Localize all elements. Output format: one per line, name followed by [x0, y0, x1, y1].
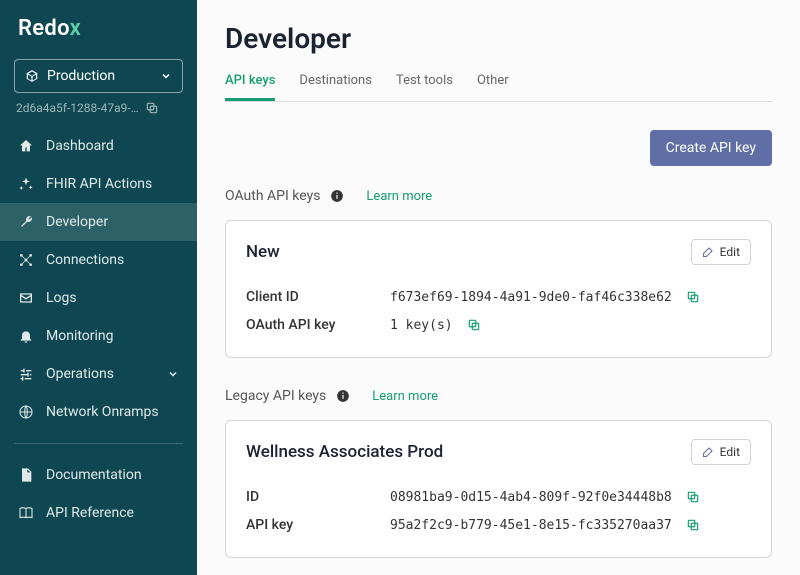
copy-icon[interactable] — [145, 101, 159, 115]
nav-label: Dashboard — [46, 138, 114, 154]
client-id-value: f673ef69-1894-4a91-9de0-faf46c338e62 — [390, 290, 672, 305]
nav-label: Network Onramps — [46, 404, 159, 420]
legacy-id-value: 08981ba9-0d15-4ab4-809f-92f0e34448b8 — [390, 490, 672, 505]
edit-button[interactable]: Edit — [691, 439, 751, 465]
copy-icon[interactable] — [686, 518, 700, 532]
nav-label: Connections — [46, 252, 124, 268]
edit-button[interactable]: Edit — [691, 239, 751, 265]
brand-logo: Redox — [0, 16, 197, 53]
environment-id: 2d6a4a5f-1288-47a9-… — [16, 101, 139, 115]
oauth-section-head: OAuth API keys Learn more — [225, 188, 772, 204]
create-api-key-button[interactable]: Create API key — [650, 130, 772, 166]
home-icon — [18, 138, 34, 154]
legacy-card: Wellness Associates Prod Edit ID 08981ba… — [225, 420, 772, 558]
oauth-key-row: OAuth API key 1 key(s) — [246, 311, 751, 339]
nav-connections[interactable]: Connections — [0, 241, 197, 279]
primary-nav: Dashboard FHIR API Actions Developer Con… — [0, 127, 197, 431]
oauth-key-label: OAuth API key — [246, 317, 376, 333]
legacy-id-row: ID 08981ba9-0d15-4ab4-809f-92f0e34448b8 — [246, 483, 751, 511]
info-icon[interactable] — [336, 389, 350, 403]
pencil-icon — [702, 246, 714, 258]
legacy-key-row: API key 95a2f2c9-b779-45e1-8e15-fc335270… — [246, 511, 751, 539]
oauth-card-title: New — [246, 242, 280, 262]
book-icon — [18, 505, 34, 521]
client-id-row: Client ID f673ef69-1894-4a91-9de0-faf46c… — [246, 283, 751, 311]
chevron-down-icon — [160, 70, 172, 82]
document-icon — [18, 467, 34, 483]
action-row: Create API key — [225, 130, 772, 166]
nav-dashboard[interactable]: Dashboard — [0, 127, 197, 165]
card-head: Wellness Associates Prod Edit — [246, 439, 751, 465]
sidebar: Redox Production 2d6a4a5f-1288-47a9-… Da… — [0, 0, 197, 575]
copy-icon[interactable] — [686, 290, 700, 304]
main-content: Developer API keys Destinations Test too… — [197, 0, 800, 575]
nav-fhir-api-actions[interactable]: FHIR API Actions — [0, 165, 197, 203]
chevron-down-icon — [167, 368, 179, 380]
legacy-key-value: 95a2f2c9-b779-45e1-8e15-fc335270aa37 — [390, 518, 672, 533]
nav-label: Documentation — [46, 467, 142, 483]
client-id-label: Client ID — [246, 289, 376, 305]
tab-api-keys[interactable]: API keys — [225, 73, 275, 101]
nav-label: Logs — [46, 290, 77, 306]
nav-label: Operations — [46, 366, 114, 382]
card-head: New Edit — [246, 239, 751, 265]
legacy-card-title: Wellness Associates Prod — [246, 442, 443, 462]
nav-label: Developer — [46, 214, 108, 230]
nav-network-onramps[interactable]: Network Onramps — [0, 393, 197, 431]
cube-icon — [25, 69, 39, 83]
brand-suffix: x — [70, 16, 81, 41]
nav-documentation[interactable]: Documentation — [0, 456, 197, 494]
legacy-heading: Legacy API keys — [225, 388, 326, 404]
learn-more-link[interactable]: Learn more — [366, 189, 432, 204]
edit-label: Edit — [720, 245, 740, 259]
connections-icon — [18, 252, 34, 268]
oauth-key-value: 1 key(s) — [390, 318, 453, 333]
nav-operations[interactable]: Operations — [0, 355, 197, 393]
mail-icon — [18, 290, 34, 306]
legacy-key-label: API key — [246, 517, 376, 533]
oauth-card: New Edit Client ID f673ef69-1894-4a91-9d… — [225, 220, 772, 358]
nav-label: Monitoring — [46, 328, 114, 344]
edit-label: Edit — [720, 445, 740, 459]
globe-icon — [18, 404, 34, 420]
sidebar-divider — [14, 443, 183, 444]
nav-label: API Reference — [46, 505, 134, 521]
legacy-id-label: ID — [246, 489, 376, 505]
info-icon[interactable] — [330, 189, 344, 203]
tabs: API keys Destinations Test tools Other — [225, 73, 772, 102]
nav-label: FHIR API Actions — [46, 176, 152, 192]
spark-icon — [18, 176, 34, 192]
pencil-icon — [702, 446, 714, 458]
nav-monitoring[interactable]: Monitoring — [0, 317, 197, 355]
nav-api-reference[interactable]: API Reference — [0, 494, 197, 532]
secondary-nav: Documentation API Reference — [0, 456, 197, 532]
brand-name: Redo — [18, 16, 70, 41]
wrench-icon — [18, 214, 34, 230]
sliders-icon — [18, 366, 34, 382]
environment-id-row: 2d6a4a5f-1288-47a9-… — [16, 101, 181, 115]
tab-test-tools[interactable]: Test tools — [396, 73, 453, 101]
copy-icon[interactable] — [686, 490, 700, 504]
nav-logs[interactable]: Logs — [0, 279, 197, 317]
legacy-section-head: Legacy API keys Learn more — [225, 388, 772, 404]
tab-destinations[interactable]: Destinations — [299, 73, 372, 101]
page-title: Developer — [225, 22, 772, 55]
nav-developer[interactable]: Developer — [0, 203, 197, 241]
tab-other[interactable]: Other — [477, 73, 509, 101]
environment-label: Production — [47, 68, 152, 84]
environment-selector[interactable]: Production — [14, 59, 183, 93]
oauth-heading: OAuth API keys — [225, 188, 320, 204]
bell-icon — [18, 328, 34, 344]
learn-more-link[interactable]: Learn more — [372, 389, 438, 404]
copy-icon[interactable] — [467, 318, 481, 332]
